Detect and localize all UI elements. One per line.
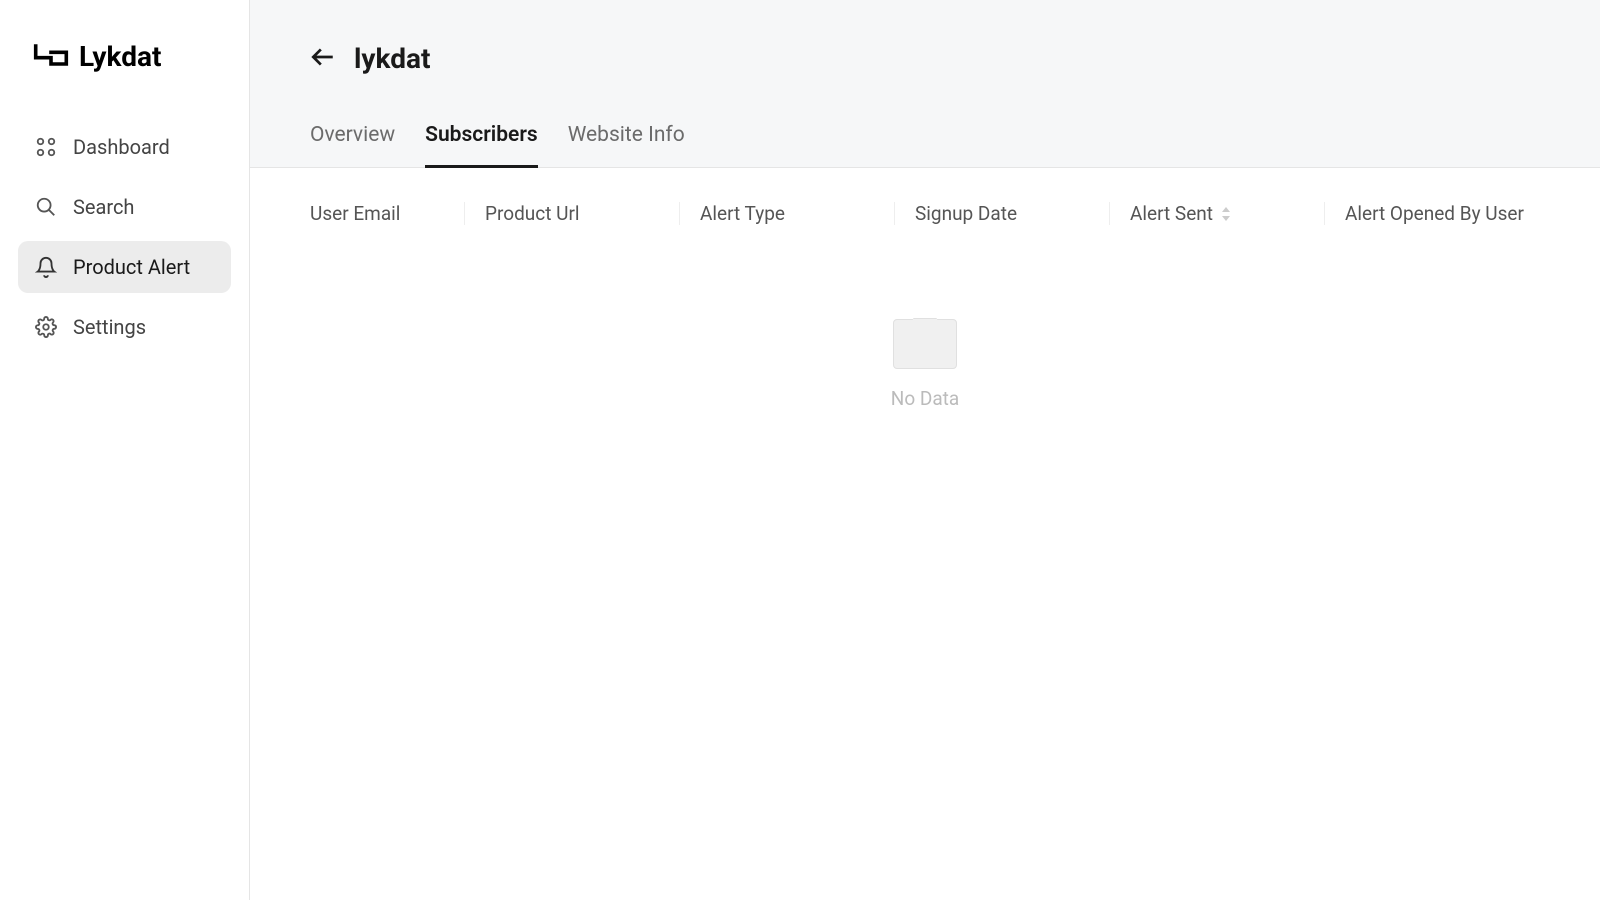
- tab-label: Overview: [310, 123, 395, 147]
- sidebar-item-label: Product Alert: [73, 255, 190, 279]
- sidebar: Lykdat Dashboard Search: [0, 0, 250, 900]
- sidebar-item-label: Search: [73, 195, 134, 219]
- sidebar-item-product-alert[interactable]: Product Alert: [18, 241, 231, 293]
- sidebar-nav: Dashboard Search Product Alert: [18, 121, 231, 353]
- tab-label: Subscribers: [425, 123, 538, 147]
- tab-website-info[interactable]: Website Info: [568, 123, 685, 168]
- empty-state: No Data: [250, 259, 1600, 470]
- sidebar-item-search[interactable]: Search: [18, 181, 231, 233]
- column-label: User Email: [310, 202, 400, 225]
- tabs: Overview Subscribers Website Info: [250, 75, 1600, 168]
- tab-label: Website Info: [568, 123, 685, 147]
- back-button[interactable]: [310, 44, 336, 74]
- sidebar-item-label: Settings: [73, 315, 146, 339]
- empty-inbox-icon: [893, 319, 957, 369]
- tab-overview[interactable]: Overview: [310, 123, 395, 168]
- column-label: Alert Type: [700, 202, 785, 225]
- column-label: Alert Sent: [1130, 202, 1213, 225]
- gear-icon: [34, 315, 58, 339]
- tab-subscribers[interactable]: Subscribers: [425, 123, 538, 168]
- brand-name: Lykdat: [79, 40, 161, 73]
- subscribers-table: User Email Product Url Alert Type Signup…: [250, 168, 1600, 470]
- sidebar-item-settings[interactable]: Settings: [18, 301, 231, 353]
- column-alert-opened[interactable]: Alert Opened By User: [1325, 202, 1600, 225]
- column-label: Product Url: [485, 202, 580, 225]
- column-product-url[interactable]: Product Url: [465, 202, 680, 225]
- column-alert-sent[interactable]: Alert Sent: [1110, 202, 1325, 225]
- column-label: Signup Date: [915, 202, 1017, 225]
- empty-state-text: No Data: [891, 387, 959, 410]
- page-header: lykdat: [250, 0, 1600, 75]
- column-alert-type[interactable]: Alert Type: [680, 202, 895, 225]
- main-content: lykdat Overview Subscribers Website Info…: [250, 0, 1600, 900]
- table-header-row: User Email Product Url Alert Type Signup…: [250, 168, 1600, 259]
- sort-icon: [1221, 207, 1231, 221]
- column-user-email[interactable]: User Email: [250, 202, 465, 225]
- column-signup-date[interactable]: Signup Date: [895, 202, 1110, 225]
- arrow-left-icon: [310, 44, 336, 74]
- lykdat-logo-icon: [33, 43, 69, 71]
- sidebar-item-dashboard[interactable]: Dashboard: [18, 121, 231, 173]
- dashboard-icon: [34, 135, 58, 159]
- column-label: Alert Opened By User: [1345, 202, 1524, 225]
- tab-content: User Email Product Url Alert Type Signup…: [250, 168, 1600, 900]
- bell-icon: [34, 255, 58, 279]
- sidebar-item-label: Dashboard: [73, 135, 170, 159]
- page-title: lykdat: [354, 42, 430, 75]
- brand-logo[interactable]: Lykdat: [18, 40, 231, 73]
- search-icon: [34, 195, 58, 219]
